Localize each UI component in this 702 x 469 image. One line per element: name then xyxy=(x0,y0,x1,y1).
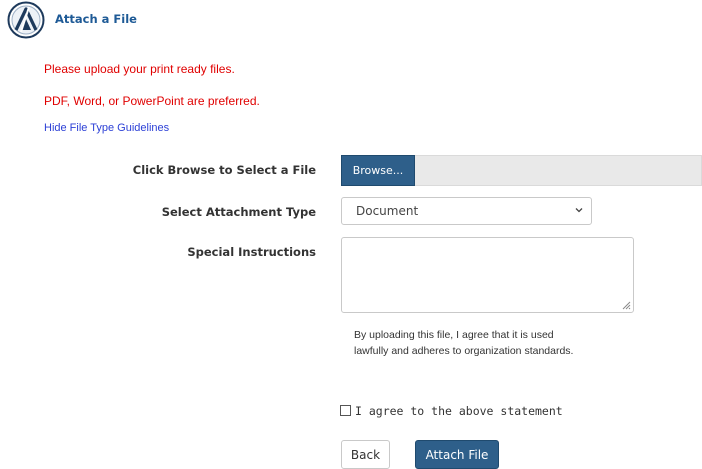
agree-checkbox-label[interactable]: I agree to the above statement xyxy=(355,404,563,418)
upload-note: Please upload your print ready files. xyxy=(44,62,235,76)
resize-grip-icon[interactable] xyxy=(622,301,631,310)
browse-button[interactable]: Browse... xyxy=(341,155,415,186)
back-button[interactable]: Back xyxy=(341,440,390,469)
hide-guidelines-link[interactable]: Hide File Type Guidelines xyxy=(44,122,169,134)
attachment-type-value: Document xyxy=(356,204,419,218)
file-type-note: PDF, Word, or PowerPoint are preferred. xyxy=(44,94,260,108)
attachment-type-select[interactable]: Document xyxy=(341,197,592,225)
chevron-down-icon xyxy=(575,208,583,213)
attach-file-button[interactable]: Attach File xyxy=(415,440,499,469)
agreement-text: By uploading this file, I agree that it … xyxy=(354,329,574,357)
attachment-type-label: Select Attachment Type xyxy=(161,205,316,219)
attach-logo-icon xyxy=(7,1,45,39)
browse-label: Click Browse to Select a File xyxy=(132,163,316,177)
agree-checkbox[interactable] xyxy=(340,405,351,416)
special-instructions-textarea[interactable] xyxy=(341,237,634,313)
page-title: Attach a File xyxy=(55,12,137,26)
special-instructions-label: Special Instructions xyxy=(187,245,316,259)
